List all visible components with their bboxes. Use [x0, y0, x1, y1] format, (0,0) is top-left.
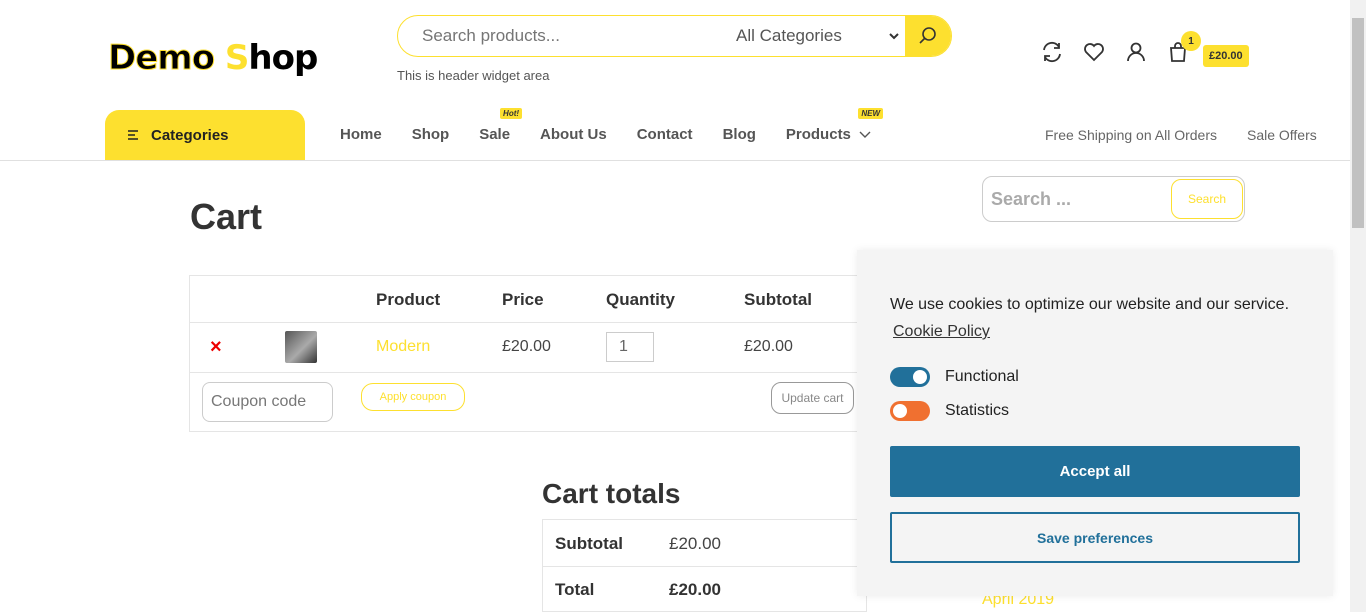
nav-item-contact[interactable]: Contact: [637, 126, 693, 143]
header-product: Product: [376, 290, 441, 309]
free-shipping-link[interactable]: Free Shipping on All Orders: [1045, 127, 1217, 143]
nav-item-shop[interactable]: Shop: [412, 126, 450, 143]
categories-label: Categories: [151, 126, 229, 144]
product-name-link[interactable]: Modern: [376, 338, 430, 356]
cart-count-badge: 1: [1181, 31, 1201, 51]
cookie-policy-link[interactable]: Cookie Policy: [893, 323, 990, 341]
total-value: £20.00: [669, 580, 721, 599]
statistics-label: Statistics: [945, 402, 1010, 419]
site-logo[interactable]: Demo Shop: [107, 38, 318, 79]
nav-item-products[interactable]: Products NEW: [785, 108, 884, 143]
logo-part-3: hop: [248, 38, 318, 78]
sidebar-search: Search ... Search: [982, 176, 1245, 222]
nav-item-sale-label: Sale: [479, 126, 511, 143]
product-search-input[interactable]: [398, 16, 718, 56]
category-select[interactable]: All Categories: [718, 16, 906, 56]
row-divider: [190, 372, 868, 373]
sale-offers-link[interactable]: Sale Offers: [1247, 127, 1317, 143]
new-badge: NEW: [858, 108, 884, 119]
header-subtotal: Subtotal: [744, 290, 812, 309]
logo-part-2: S: [224, 38, 249, 78]
product-search-bar: All Categories: [397, 15, 952, 57]
header-widget-note: This is header widget area: [397, 68, 550, 83]
subtotal-value: £20.00: [669, 534, 721, 553]
product-price: £20.00: [502, 338, 551, 355]
nav-item-sale[interactable]: Sale Hot!: [479, 108, 523, 143]
chevron-down-icon: [889, 33, 899, 40]
header-price: Price: [502, 290, 544, 309]
nav-item-products-label: Products: [785, 126, 851, 143]
cart-totals-table: Subtotal £20.00 Total £20.00: [542, 519, 867, 612]
product-thumbnail[interactable]: [285, 331, 317, 363]
nav-item-about[interactable]: About Us: [540, 126, 607, 143]
functional-toggle[interactable]: [890, 367, 930, 387]
nav-item-blog[interactable]: Blog: [723, 126, 756, 143]
apply-coupon-button[interactable]: Apply coupon: [361, 383, 465, 411]
header-icons: [1040, 40, 1190, 64]
category-select-value: All Categories: [736, 26, 842, 45]
accept-all-button[interactable]: Accept all: [890, 446, 1300, 497]
functional-label: Functional: [945, 368, 1019, 385]
toggle-knob: [893, 404, 907, 418]
page-scrollbar[interactable]: [1350, 0, 1366, 612]
menu-lines-icon: [128, 130, 138, 140]
hot-badge: Hot!: [500, 108, 523, 119]
search-icon: [919, 27, 936, 44]
sidebar-search-input[interactable]: Search ...: [991, 189, 1071, 210]
sidebar-search-button[interactable]: Search: [1171, 179, 1243, 219]
logo-part-1: Demo: [107, 38, 215, 79]
nav-right-links: Free Shipping on All Orders Sale Offers: [1045, 127, 1317, 143]
quantity-input[interactable]: 1: [606, 332, 654, 362]
cart-totals-title: Cart totals: [542, 478, 681, 509]
wishlist-heart-icon[interactable]: [1082, 40, 1106, 64]
cookie-message: We use cookies to optimize our website a…: [890, 296, 1290, 313]
toggle-knob: [913, 370, 927, 384]
row-divider: [543, 566, 866, 567]
cart-total-badge[interactable]: £20.00: [1203, 45, 1249, 67]
search-button[interactable]: [905, 16, 951, 56]
header-quantity: Quantity: [606, 290, 675, 309]
save-preferences-button[interactable]: Save preferences: [890, 512, 1300, 563]
statistics-toggle[interactable]: [890, 401, 930, 421]
compare-icon[interactable]: [1040, 40, 1064, 64]
subtotal-label: Subtotal: [555, 534, 623, 553]
remove-item-button[interactable]: ×: [210, 336, 222, 359]
total-label: Total: [555, 580, 595, 599]
product-subtotal: £20.00: [744, 338, 793, 355]
nav-divider: [0, 160, 1350, 161]
cart-table: Product Price Quantity Subtotal × Modern…: [189, 275, 869, 432]
chevron-down-icon: [859, 131, 871, 138]
page-title: Cart: [190, 196, 263, 237]
scrollbar-thumb[interactable]: [1352, 18, 1364, 228]
row-divider: [190, 322, 868, 323]
account-user-icon[interactable]: [1124, 40, 1148, 64]
main-nav: Home Shop Sale Hot! About Us Contact Blog…: [340, 108, 901, 143]
coupon-code-input[interactable]: Coupon code: [202, 382, 333, 422]
update-cart-button[interactable]: Update cart: [771, 382, 854, 414]
nav-item-home[interactable]: Home: [340, 126, 382, 143]
categories-button[interactable]: Categories: [105, 110, 305, 160]
cookie-consent-panel: We use cookies to optimize our website a…: [857, 250, 1333, 596]
